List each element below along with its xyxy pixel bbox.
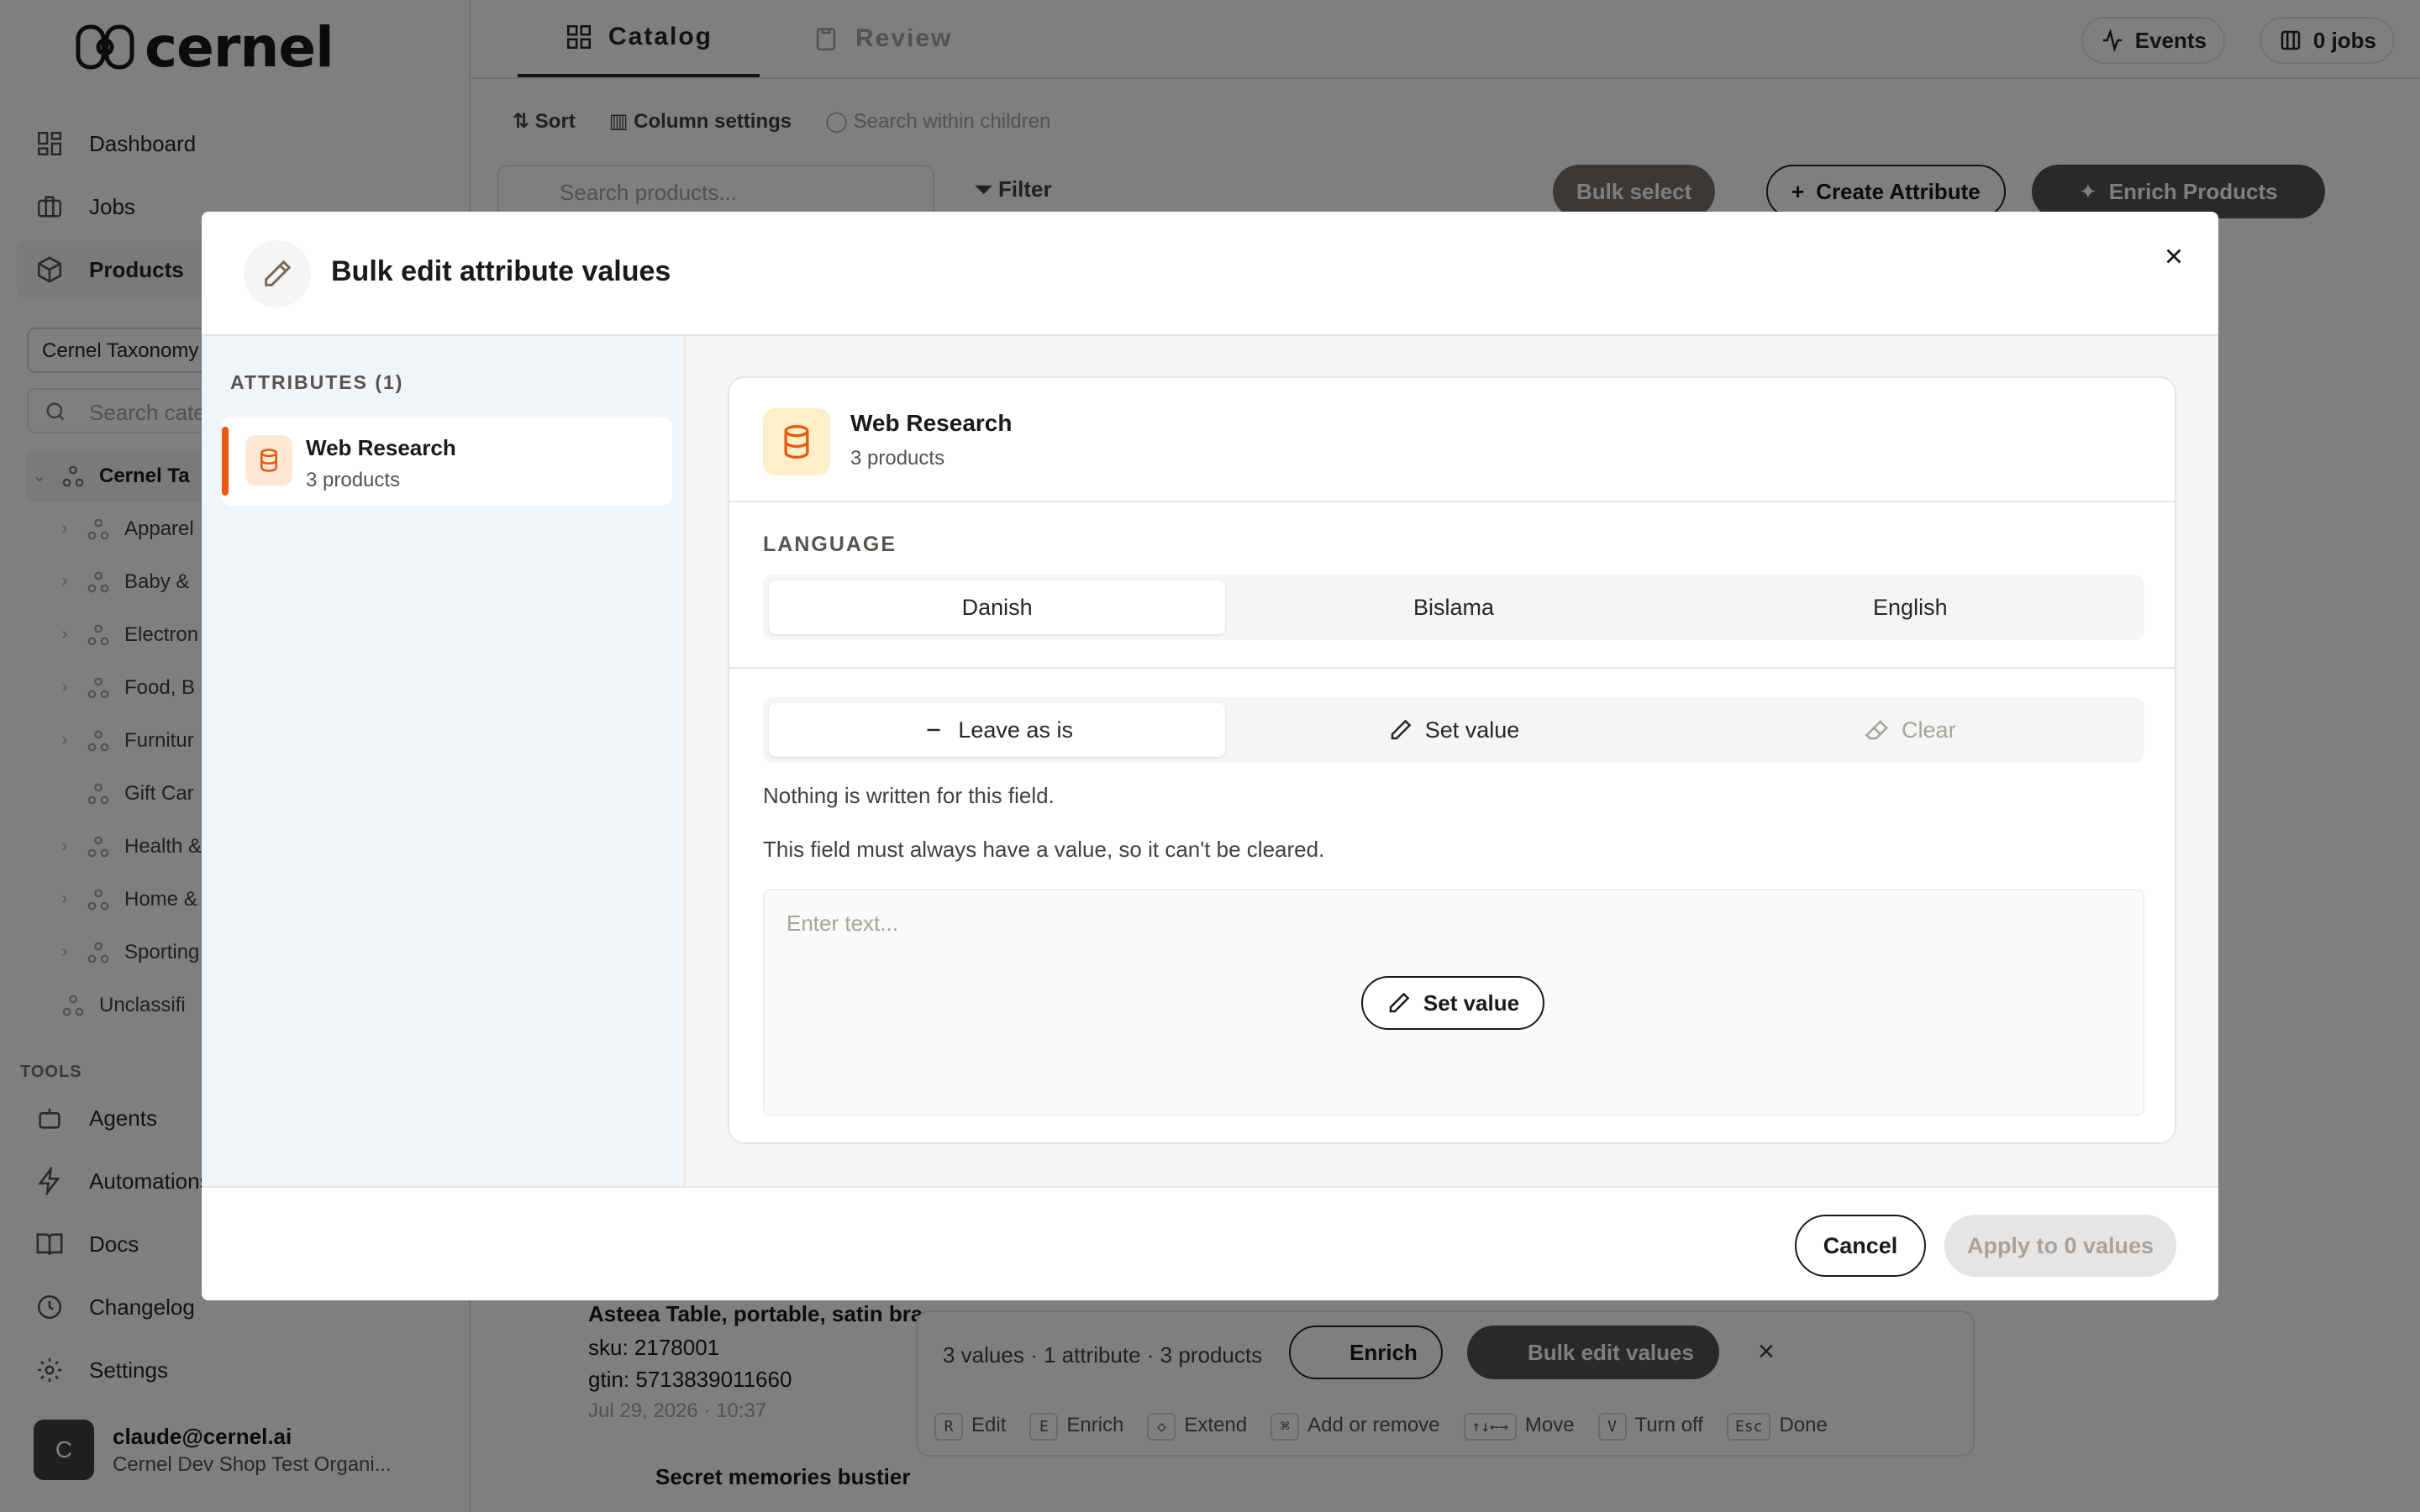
language-option-danish[interactable]: Danish (769, 580, 1226, 634)
language-option-bislama[interactable]: Bislama (1225, 580, 1681, 634)
modal-title: Bulk edit attribute values (331, 255, 671, 287)
language-label: LANGUAGE (763, 533, 897, 556)
set-value-button[interactable]: Set value (1361, 976, 1544, 1030)
selected-indicator (222, 427, 229, 496)
database-icon (245, 435, 292, 486)
mode-clear[interactable]: Clear (1682, 703, 2139, 757)
bulk-edit-modal: Bulk edit attribute values ATTRIBUTES (1… (202, 212, 2218, 1300)
attribute-count: 3 products (306, 469, 401, 491)
attribute-list-item[interactable]: Web Research 3 products (222, 417, 672, 506)
textarea-placeholder: Enter text... (786, 911, 898, 936)
modal-header: Bulk edit attribute values (202, 212, 2218, 336)
eraser-icon (1865, 720, 1889, 740)
language-section: LANGUAGE Danish Bislama English (729, 502, 2175, 669)
mode-leave-as-is[interactable]: Leave as is (769, 703, 1226, 757)
cancel-button[interactable]: Cancel (1795, 1215, 1926, 1277)
card-attribute-count: 3 products (850, 447, 945, 470)
mode-set-value[interactable]: Set value (1225, 703, 1681, 757)
attribute-name: Web Research (306, 435, 456, 460)
minus-icon (927, 728, 940, 732)
database-icon (763, 408, 830, 475)
pencil-icon (244, 240, 311, 307)
attributes-heading: ATTRIBUTES (1) (230, 371, 404, 393)
edit-mode-selector: Leave as is Set value Clear (763, 697, 2144, 763)
info-message: Nothing is written for this field. (763, 783, 1055, 808)
info-message: This field must always have a value, so … (763, 837, 1325, 862)
close-icon (2166, 249, 2181, 264)
language-option-english[interactable]: English (1682, 580, 2139, 634)
apply-button[interactable]: Apply to 0 values (1944, 1215, 2176, 1277)
pencil-icon (1391, 719, 1412, 740)
attributes-panel: ATTRIBUTES (1) Web Research 3 products (202, 336, 686, 1186)
value-textarea[interactable]: Enter text... Set value (763, 889, 2144, 1116)
close-button[interactable] (2154, 237, 2193, 276)
language-selector: Danish Bislama English (763, 575, 2144, 640)
card-header: Web Research 3 products (729, 378, 2175, 502)
pencil-icon (1389, 992, 1410, 1013)
card-attribute-name: Web Research (850, 410, 1013, 436)
attribute-card: Web Research 3 products LANGUAGE Danish … (728, 376, 2176, 1144)
attribute-editor-panel: Web Research 3 products LANGUAGE Danish … (686, 336, 2218, 1186)
modal-footer: Cancel Apply to 0 values (202, 1186, 2218, 1300)
